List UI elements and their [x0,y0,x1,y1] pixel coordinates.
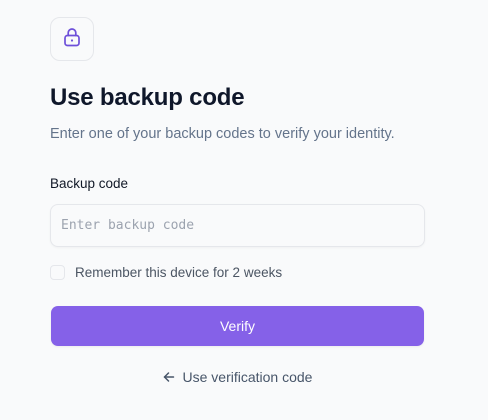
lock-icon [63,27,81,52]
use-verification-code-label[interactable]: Use verification code [183,369,313,385]
use-verification-code-link[interactable]: Use verification code [0,369,475,385]
remember-device-label[interactable]: Remember this device for 2 weeks [75,265,282,280]
backup-code-label: Backup code [50,176,129,191]
remember-device-row[interactable]: Remember this device for 2 weeks [50,263,282,281]
verify-button[interactable]: Verify [51,306,424,346]
page-title: Use backup code [50,84,245,111]
page-subtitle: Enter one of your backup codes to verify… [50,126,395,142]
remember-device-checkbox[interactable] [50,264,65,280]
backup-code-input[interactable] [50,204,425,247]
lock-icon-tile [50,17,94,61]
backup-code-page: Use backup code Enter one of your backup… [0,0,488,420]
arrow-left-icon [163,371,175,383]
